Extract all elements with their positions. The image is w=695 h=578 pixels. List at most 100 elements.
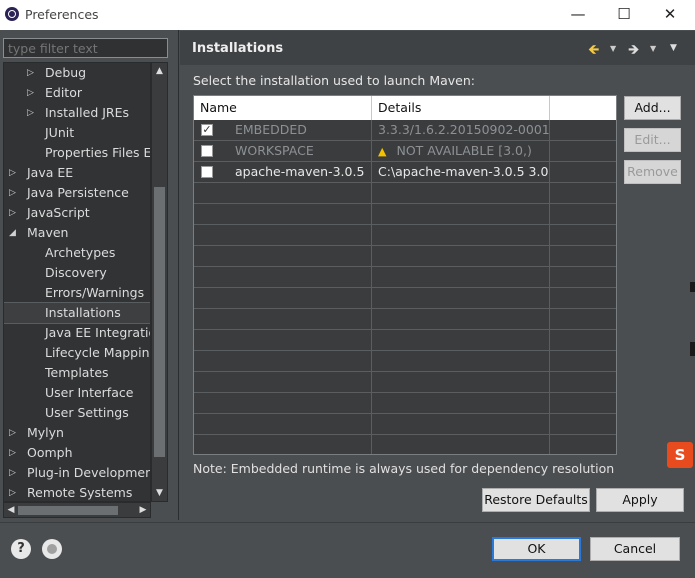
edge-mark — [690, 282, 695, 292]
remove-button[interactable]: Remove — [624, 160, 681, 184]
empty-cell — [194, 435, 372, 454]
collapsed-arrow-icon[interactable]: ▷ — [27, 63, 34, 83]
ime-logo-icon[interactable]: S — [667, 442, 693, 468]
tree-item-label: Editor — [45, 85, 82, 100]
collapsed-arrow-icon[interactable]: ▷ — [9, 463, 16, 483]
empty-cell — [550, 204, 616, 224]
view-menu-icon[interactable]: ▼ — [670, 43, 677, 53]
column-header-empty — [550, 96, 616, 120]
table-row[interactable]: apache-maven-3.0.5 C:\apache-maven-3.0.5 … — [194, 162, 616, 183]
name-cell[interactable]: WORKSPACE — [194, 141, 372, 161]
collapsed-arrow-icon[interactable]: ▷ — [9, 443, 16, 463]
empty-table-row — [194, 435, 616, 454]
tree-item-label: Errors/Warnings — [45, 285, 145, 300]
tree-item-label: Lifecycle Mapping — [45, 345, 151, 360]
edge-mark — [690, 342, 695, 356]
row-checkbox[interactable] — [201, 145, 213, 157]
empty-cell — [372, 435, 550, 454]
back-dropdown-icon[interactable]: ▼ — [610, 44, 616, 53]
tree-item-label: Installations — [45, 305, 121, 320]
empty-cell — [372, 204, 550, 224]
empty-cell — [194, 351, 372, 371]
back-arrow-icon[interactable]: 🡸 — [588, 39, 599, 63]
empty-cell — [550, 267, 616, 287]
installation-details: 3.3.3/1.6.2.20150902-0001 — [378, 122, 550, 137]
collapsed-arrow-icon[interactable]: ▷ — [9, 183, 16, 203]
edit-button[interactable]: Edit... — [624, 128, 681, 152]
installation-name: WORKSPACE — [235, 143, 314, 158]
scroll-right-icon[interactable]: ▶ — [136, 503, 150, 517]
page-title: Installations — [192, 41, 284, 56]
panel-divider[interactable] — [178, 30, 179, 520]
name-cell[interactable]: apache-maven-3.0.5 — [194, 162, 372, 182]
scroll-left-icon[interactable]: ◀ — [4, 503, 18, 517]
installation-name: EMBEDDED — [235, 122, 307, 137]
maximize-button[interactable]: ☐ — [601, 0, 647, 30]
collapsed-arrow-icon[interactable]: ▷ — [9, 203, 16, 223]
record-icon[interactable] — [42, 539, 62, 559]
tree-vertical-scrollbar[interactable]: ▲ ▼ — [151, 62, 168, 502]
filter-input[interactable] — [3, 38, 168, 58]
empty-cell — [194, 330, 372, 350]
table-row[interactable]: WORKSPACE ▲ NOT AVAILABLE [3.0,) — [194, 141, 616, 162]
installations-table[interactable]: Name Details ✓ EMBEDDED 3.3.3/1.6.2.201509… — [193, 95, 617, 455]
tree-item-label: Archetypes — [45, 245, 116, 260]
empty-table-row — [194, 414, 616, 435]
forward-arrow-icon[interactable]: 🡺 — [628, 39, 639, 63]
help-icon[interactable]: ? — [11, 539, 31, 559]
collapsed-arrow-icon[interactable]: ▷ — [9, 423, 16, 443]
title-bar: Preferences — ☐ ✕ — [0, 0, 695, 30]
add-button[interactable]: Add... — [624, 96, 681, 120]
collapsed-arrow-icon[interactable]: ▷ — [27, 83, 34, 103]
preferences-tree[interactable]: ▷ Debug ▷ Editor ▷ Installed JREs JUnit Propert… — [3, 62, 151, 502]
ok-button[interactable]: OK — [492, 537, 581, 561]
eclipse-app-icon — [5, 7, 19, 21]
row-checkbox[interactable] — [201, 166, 213, 178]
scroll-down-icon[interactable]: ▼ — [152, 485, 167, 501]
tree-item-label: Plug-in Development — [27, 465, 151, 480]
row-checkbox[interactable]: ✓ — [201, 124, 213, 136]
empty-table-row — [194, 183, 616, 204]
collapsed-arrow-icon[interactable]: ▷ — [9, 163, 16, 183]
expanded-arrow-icon[interactable]: ◢ — [9, 223, 16, 243]
column-header-details[interactable]: Details — [372, 96, 550, 120]
window-title: Preferences — [25, 7, 99, 22]
empty-cell — [194, 183, 372, 203]
name-cell[interactable]: ✓ EMBEDDED — [194, 120, 372, 140]
empty-cell — [372, 267, 550, 287]
tree-horizontal-scrollbar[interactable]: ◀ ▶ — [3, 502, 151, 518]
empty-cell — [194, 393, 372, 413]
empty-table-row — [194, 288, 616, 309]
cancel-button[interactable]: Cancel — [590, 537, 680, 561]
table-row[interactable]: ✓ EMBEDDED 3.3.3/1.6.2.20150902-0001 — [194, 120, 616, 141]
empty-cell — [550, 393, 616, 413]
empty-cell — [194, 204, 372, 224]
tree-item-label: Java EE — [27, 165, 74, 180]
hscroll-thumb[interactable] — [18, 506, 118, 515]
tree-item[interactable]: Installations — [4, 302, 150, 324]
tree-item-label: Debug — [45, 65, 87, 80]
extra-cell — [550, 141, 616, 161]
tree-item-label: JUnit — [45, 125, 75, 140]
forward-dropdown-icon[interactable]: ▼ — [650, 44, 656, 53]
scroll-thumb[interactable] — [154, 187, 165, 457]
empty-cell — [550, 351, 616, 371]
apply-button[interactable]: Apply — [596, 488, 684, 512]
close-button[interactable]: ✕ — [647, 0, 693, 30]
collapsed-arrow-icon[interactable]: ▷ — [27, 103, 34, 123]
empty-table-row — [194, 267, 616, 288]
empty-cell — [550, 435, 616, 454]
collapsed-arrow-icon[interactable]: ▷ — [9, 483, 16, 501]
tree-item-label: Oomph — [27, 445, 73, 460]
tree-item-label: User Settings — [45, 405, 129, 420]
details-cell: C:\apache-maven-3.0.5 3.0.5 — [372, 162, 550, 182]
column-header-name[interactable]: Name — [194, 96, 372, 120]
empty-cell — [372, 225, 550, 245]
installation-details: C:\apache-maven-3.0.5 3.0.5 — [378, 164, 550, 179]
minimize-button[interactable]: — — [555, 0, 601, 30]
empty-cell — [550, 330, 616, 350]
restore-defaults-button[interactable]: Restore Defaults — [482, 488, 590, 512]
instruction-label: Select the installation used to launch M… — [193, 73, 475, 88]
empty-table-row — [194, 351, 616, 372]
scroll-up-icon[interactable]: ▲ — [152, 63, 167, 79]
